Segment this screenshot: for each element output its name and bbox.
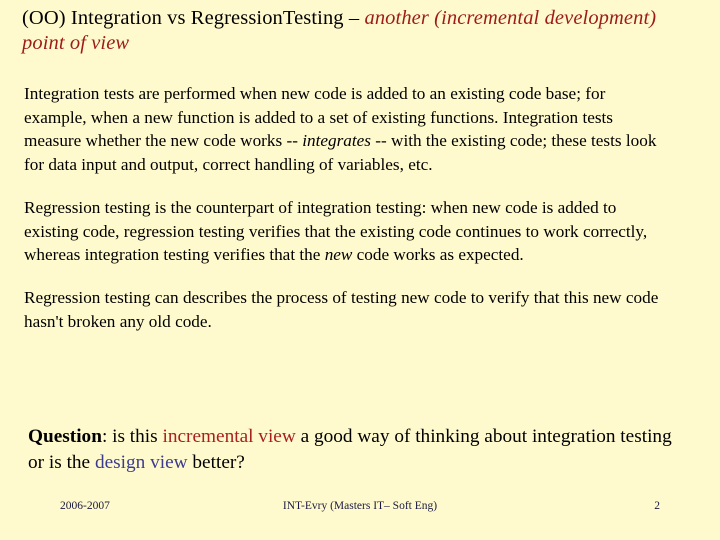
slide-footer: 2006-2007 INT-Evry (Masters IT– Soft Eng…	[0, 497, 720, 515]
paragraph-2-segment-2: code works as expected.	[352, 245, 524, 265]
paragraph-1-emphasis: integrates	[302, 131, 371, 151]
title-plain-text: (OO) Integration vs RegressionTesting –	[22, 7, 365, 29]
question-tail-text: better?	[187, 452, 245, 473]
body-paragraph-3: Regression testing can describes the pro…	[24, 286, 662, 333]
question-label: Question	[28, 426, 102, 447]
footer-page-number: 2	[654, 500, 660, 512]
body-paragraph-2: Regression testing is the counterpart of…	[24, 196, 662, 267]
paragraph-3-segment-1: Regression testing can describes the pro…	[24, 287, 659, 331]
paragraph-2-emphasis: new	[324, 245, 353, 265]
footer-center-text: INT-Evry (Masters IT– Soft Eng)	[282, 500, 438, 512]
question-after-label: : is this	[101, 426, 163, 447]
slide-body: Integration tests are performed when new…	[24, 82, 662, 333]
body-paragraph-1: Integration tests are performed when new…	[24, 82, 662, 177]
slide-title: (OO) Integration vs RegressionTesting – …	[22, 6, 694, 56]
question-design-view-highlight: design view	[94, 452, 188, 473]
slide-canvas: (OO) Integration vs RegressionTesting – …	[0, 0, 720, 540]
question-block: Question: is this incremental view a goo…	[28, 424, 676, 476]
question-incremental-view-highlight: incremental view	[162, 426, 296, 447]
